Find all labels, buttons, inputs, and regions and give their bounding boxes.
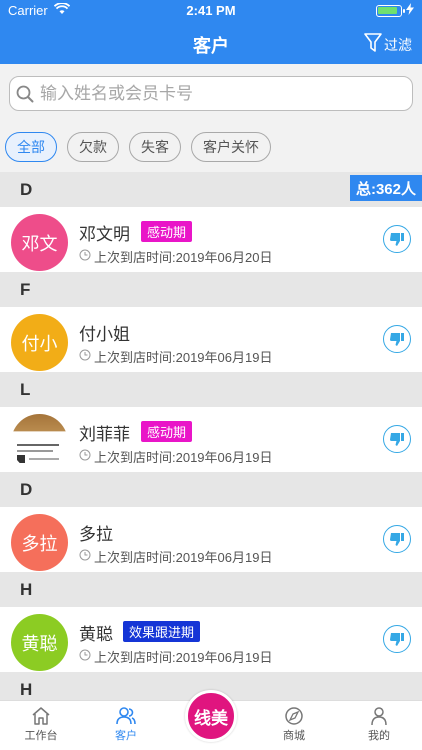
filter-button[interactable]: 过滤 bbox=[364, 33, 412, 56]
last-visit: 上次到店时间:2019年06月19日 bbox=[79, 347, 272, 366]
tab-label: 我的 bbox=[368, 730, 390, 742]
customer-row[interactable]: 多拉 多拉 上次到店时间:2019年06月19日 bbox=[0, 507, 422, 572]
customer-name: 多拉 bbox=[79, 525, 113, 544]
search-input[interactable] bbox=[40, 83, 400, 104]
section-header: L bbox=[0, 372, 422, 407]
customer-row[interactable]: 刘菲菲 感动期 上次到店时间:2019年06月19日 bbox=[0, 407, 422, 472]
filter-label: 过滤 bbox=[384, 36, 412, 53]
customer-list: D 总:362人 邓文 邓文明 感动期 上次到店时间:2019年06月20日 F… bbox=[0, 172, 422, 700]
clock-icon bbox=[79, 649, 91, 664]
avatar: 多拉 bbox=[11, 514, 68, 571]
last-visit: 上次到店时间:2019年06月19日 bbox=[79, 547, 272, 566]
last-visit: 上次到店时间:2019年06月20日 bbox=[79, 247, 272, 266]
chip-all[interactable]: 全部 bbox=[5, 132, 57, 162]
thumb-down-icon[interactable] bbox=[383, 225, 411, 253]
stage-tag: 感动期 bbox=[141, 421, 193, 442]
tab-label: 工作台 bbox=[24, 730, 58, 742]
stage-tag: 感动期 bbox=[141, 221, 193, 242]
tab-customers[interactable]: 客户 bbox=[91, 705, 161, 743]
customer-name: 黄聪 bbox=[79, 625, 113, 644]
search-icon bbox=[10, 85, 40, 103]
total-count-badge: 总:362人 bbox=[349, 175, 422, 201]
clock-icon bbox=[79, 249, 91, 264]
avatar: 黄聪 bbox=[11, 614, 68, 671]
chip-lost[interactable]: 失客 bbox=[129, 132, 181, 162]
customer-row[interactable]: 付小 付小姐 上次到店时间:2019年06月19日 bbox=[0, 307, 422, 372]
section-letter: D bbox=[20, 179, 33, 199]
last-visit: 上次到店时间:2019年06月19日 bbox=[79, 647, 272, 666]
last-visit-text: 上次到店时间:2019年06月20日 bbox=[94, 250, 273, 265]
customer-name: 邓文明 bbox=[79, 225, 130, 244]
last-visit-text: 上次到店时间:2019年06月19日 bbox=[94, 450, 273, 465]
last-visit-text: 上次到店时间:2019年06月19日 bbox=[94, 650, 273, 665]
section-header: H bbox=[0, 572, 422, 607]
tab-label: 客户 bbox=[115, 730, 137, 742]
customer-name: 付小姐 bbox=[79, 325, 130, 344]
clock-icon bbox=[79, 549, 91, 564]
page-title: 客户 bbox=[193, 36, 229, 56]
section-header: D bbox=[0, 472, 422, 507]
thumb-down-icon[interactable] bbox=[383, 325, 411, 353]
top-bar: Carrier 2:41 PM 客户 过滤 bbox=[0, 0, 422, 64]
tab-mine[interactable]: 我的 bbox=[344, 705, 414, 743]
section-header: F bbox=[0, 272, 422, 307]
section-letter: D bbox=[20, 479, 33, 499]
tab-label: 商城 bbox=[283, 730, 305, 742]
avatar-photo bbox=[11, 414, 68, 471]
stage-tag: 效果跟进期 bbox=[123, 621, 201, 642]
filter-chips: 全部 欠款 失客 客户关怀 bbox=[0, 122, 422, 172]
center-brand-button[interactable]: 线美 bbox=[185, 690, 237, 742]
chip-care[interactable]: 客户关怀 bbox=[191, 132, 271, 162]
thumb-down-icon[interactable] bbox=[383, 525, 411, 553]
search-box[interactable] bbox=[9, 76, 413, 111]
profile-icon bbox=[344, 705, 414, 727]
section-letter: H bbox=[20, 579, 33, 599]
mall-icon bbox=[259, 705, 329, 727]
funnel-icon bbox=[364, 33, 382, 56]
last-visit-text: 上次到店时间:2019年06月19日 bbox=[94, 350, 273, 365]
section-letter: L bbox=[20, 379, 31, 399]
section-header: D 总:362人 bbox=[0, 172, 422, 207]
section-letter: H bbox=[20, 679, 33, 699]
thumb-down-icon[interactable] bbox=[383, 425, 411, 453]
customer-row[interactable]: 邓文 邓文明 感动期 上次到店时间:2019年06月20日 bbox=[0, 207, 422, 272]
customer-name: 刘菲菲 bbox=[79, 425, 130, 444]
home-icon bbox=[6, 705, 76, 727]
clock-icon bbox=[79, 449, 91, 464]
last-visit-text: 上次到店时间:2019年06月19日 bbox=[94, 550, 273, 565]
status-bar: Carrier 2:41 PM bbox=[0, 0, 422, 22]
section-letter: F bbox=[20, 279, 31, 299]
customer-row[interactable]: 黄聪 黄聪 效果跟进期 上次到店时间:2019年06月19日 bbox=[0, 607, 422, 672]
customers-icon bbox=[91, 705, 161, 727]
tab-mall[interactable]: 商城 bbox=[259, 705, 329, 743]
last-visit: 上次到店时间:2019年06月19日 bbox=[79, 447, 272, 466]
thumb-down-icon[interactable] bbox=[383, 625, 411, 653]
avatar: 邓文 bbox=[11, 214, 68, 271]
chip-arrears[interactable]: 欠款 bbox=[67, 132, 119, 162]
battery-icon bbox=[376, 4, 405, 17]
status-time: 2:41 PM bbox=[186, 3, 236, 18]
search-area bbox=[0, 64, 422, 122]
clock-icon bbox=[79, 349, 91, 364]
avatar: 付小 bbox=[11, 314, 68, 371]
charging-icon bbox=[406, 3, 414, 18]
tab-workbench[interactable]: 工作台 bbox=[6, 705, 76, 743]
